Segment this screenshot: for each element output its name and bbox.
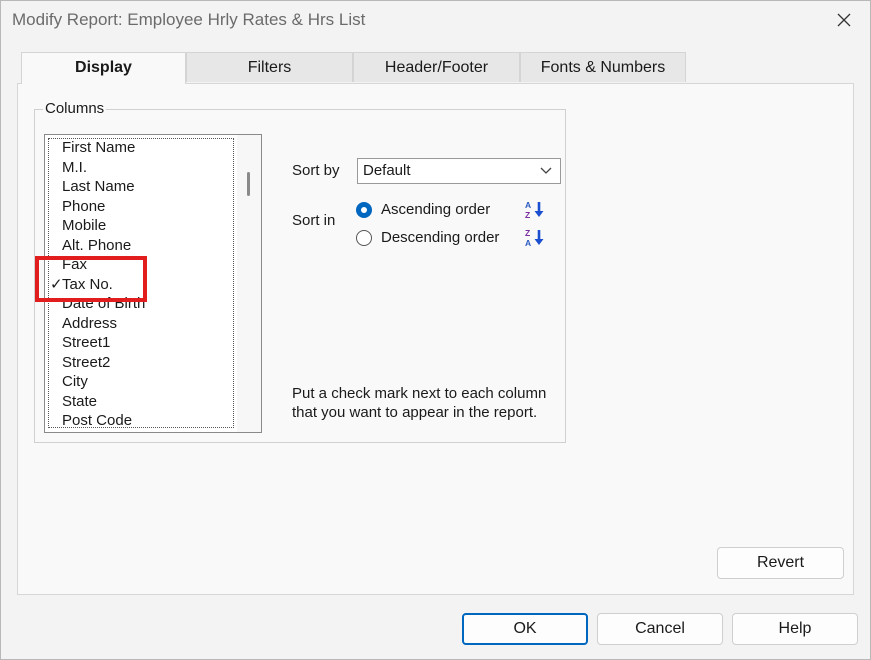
help-button[interactable]: Help bbox=[732, 613, 858, 645]
revert-button[interactable]: Revert bbox=[717, 547, 844, 579]
column-item-label: State bbox=[62, 392, 98, 410]
column-item-label: Mobile bbox=[62, 217, 107, 234]
tab-label: Display bbox=[75, 59, 132, 76]
column-item-label: Street2 bbox=[62, 353, 111, 371]
columns-help-text: Put a check mark next to each column tha… bbox=[292, 385, 547, 421]
display-tab-panel: Columns First Name M.I. Last Name Phone Mobi… bbox=[17, 83, 854, 595]
tab-display[interactable]: Display bbox=[21, 52, 186, 84]
column-item-label: First Name bbox=[62, 139, 136, 156]
listbox-scrollbar[interactable] bbox=[237, 135, 261, 432]
column-item[interactable]: M.I. bbox=[49, 158, 229, 178]
window-title: Modify Report: Employee Hrly Rates & Hrs… bbox=[12, 10, 366, 29]
column-item[interactable]: Mobile bbox=[49, 216, 229, 236]
column-item[interactable]: Alt. Phone bbox=[49, 236, 229, 256]
column-item-label: Phone bbox=[62, 197, 106, 215]
ascending-radio[interactable] bbox=[356, 202, 372, 218]
svg-text:Z: Z bbox=[525, 228, 530, 238]
tab-label: Fonts & Numbers bbox=[540, 59, 666, 76]
title-bar: Modify Report: Employee Hrly Rates & Hrs… bbox=[1, 1, 870, 39]
column-item[interactable]: Street1 bbox=[49, 333, 229, 353]
close-icon bbox=[837, 13, 851, 27]
sort-by-value: Default bbox=[363, 162, 411, 179]
column-item[interactable]: State bbox=[49, 392, 229, 412]
tab-filters[interactable]: Filters bbox=[186, 52, 353, 82]
tab-header-footer[interactable]: Header/Footer bbox=[353, 52, 520, 82]
sort-by-dropdown[interactable]: Default bbox=[357, 158, 561, 184]
descending-radio[interactable] bbox=[356, 230, 372, 246]
column-item-label: Street1 bbox=[62, 334, 111, 351]
column-item[interactable]: Address bbox=[49, 314, 229, 334]
scrollbar-thumb[interactable] bbox=[247, 172, 250, 196]
column-item-label: City bbox=[62, 373, 88, 390]
chevron-down-icon bbox=[540, 167, 552, 174]
column-item-label: Last Name bbox=[62, 178, 135, 195]
ok-button[interactable]: OK bbox=[462, 613, 588, 645]
close-button[interactable] bbox=[830, 7, 858, 33]
modify-report-dialog: Modify Report: Employee Hrly Rates & Hrs… bbox=[0, 0, 871, 660]
column-item[interactable]: Street2 bbox=[49, 353, 229, 373]
cancel-button-label: Cancel bbox=[635, 620, 685, 637]
svg-text:Z: Z bbox=[525, 210, 530, 220]
column-item[interactable]: Post Code bbox=[49, 411, 229, 428]
sort-za-icon: Z A bbox=[525, 228, 544, 248]
column-item[interactable]: City bbox=[49, 372, 229, 392]
tab-label: Filters bbox=[247, 59, 292, 76]
sort-in-label: Sort in bbox=[292, 212, 336, 229]
svg-text:A: A bbox=[525, 200, 531, 210]
sort-az-icon: A Z bbox=[525, 200, 544, 220]
column-item-label: Address bbox=[62, 314, 118, 332]
descending-label: Descending order bbox=[381, 229, 500, 246]
column-item-label: M.I. bbox=[62, 158, 87, 176]
revert-button-label: Revert bbox=[756, 554, 805, 571]
help-button-label: Help bbox=[778, 620, 812, 637]
column-item-label: Alt. Phone bbox=[62, 236, 132, 254]
tab-fonts-numbers[interactable]: Fonts & Numbers bbox=[520, 52, 686, 82]
column-item[interactable]: First Name bbox=[49, 139, 229, 158]
svg-text:A: A bbox=[525, 238, 531, 248]
tab-label: Header/Footer bbox=[384, 59, 489, 76]
ok-button-label: OK bbox=[513, 620, 537, 637]
sort-by-label: Sort by bbox=[292, 162, 340, 179]
cancel-button[interactable]: Cancel bbox=[597, 613, 723, 645]
column-item[interactable]: Phone bbox=[49, 197, 229, 217]
ascending-label: Ascending order bbox=[381, 201, 491, 218]
column-item-label: Post Code bbox=[62, 412, 133, 428]
column-item[interactable]: Last Name bbox=[49, 177, 229, 197]
tax-no-highlight bbox=[35, 256, 147, 302]
columns-group-label: Columns bbox=[43, 100, 107, 117]
